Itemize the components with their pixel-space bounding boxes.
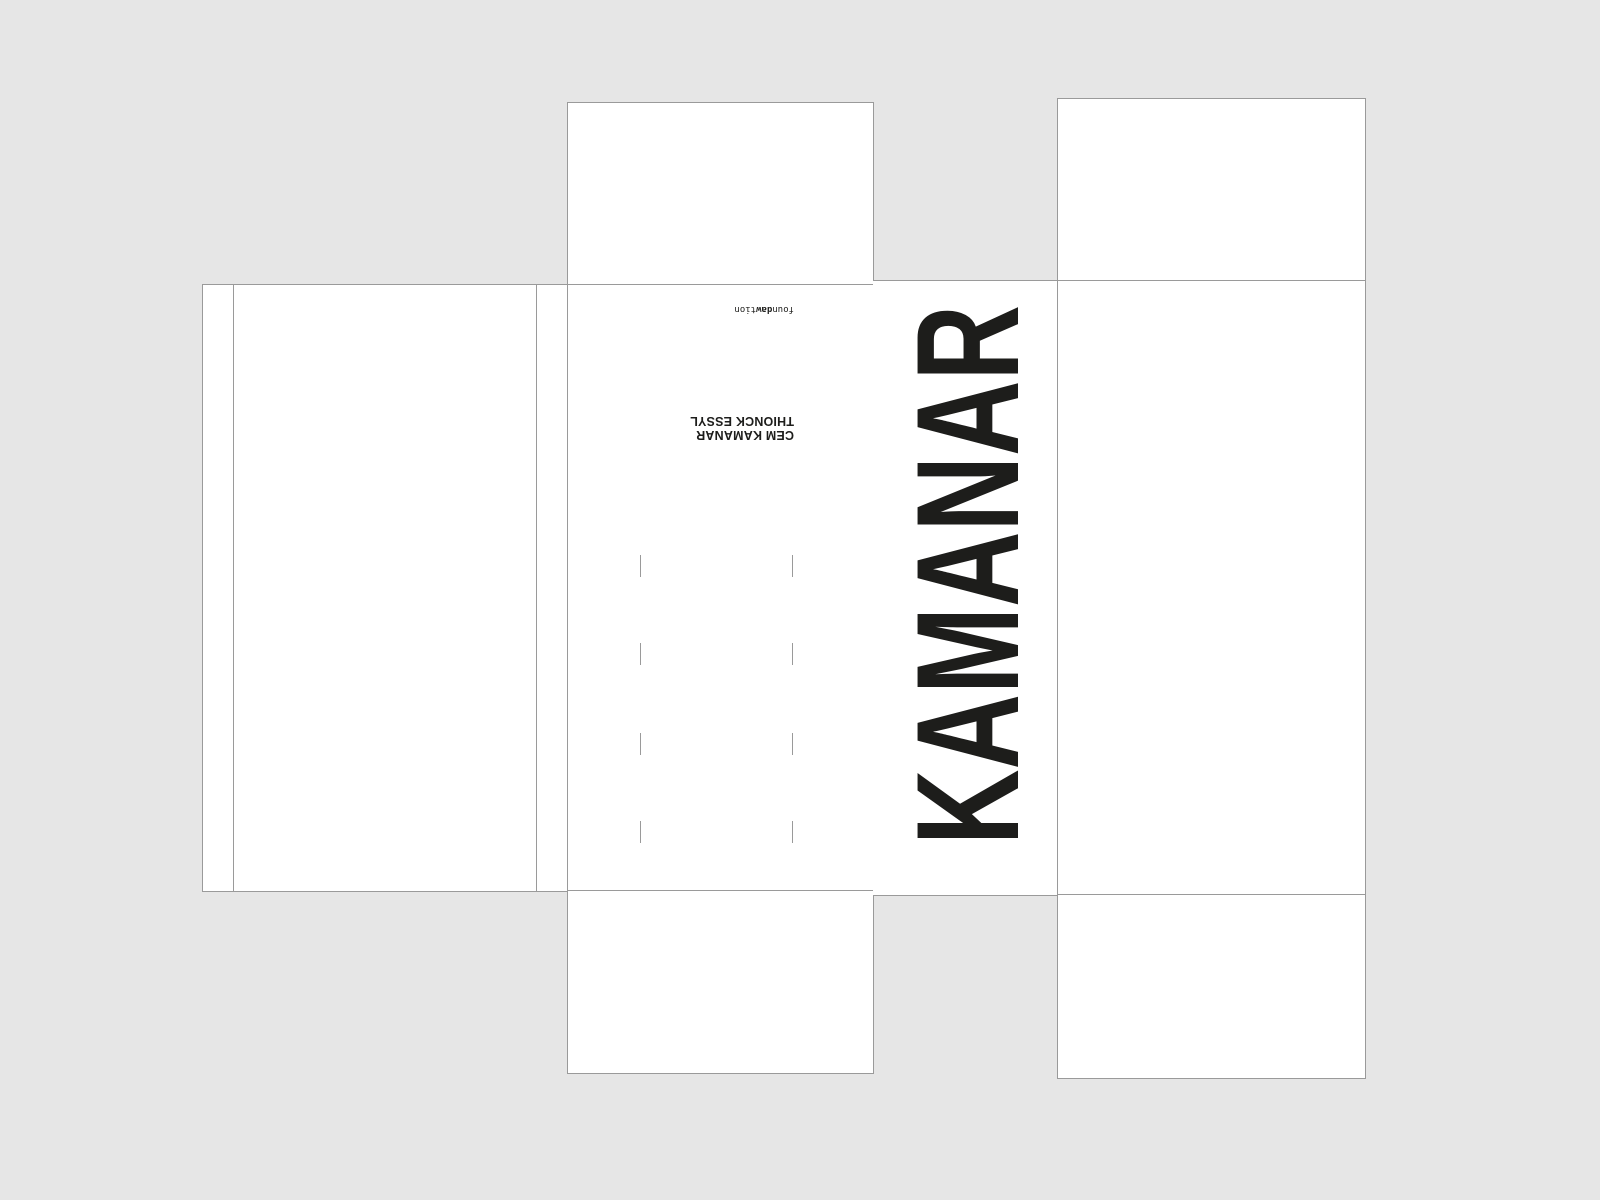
fold-line-left [233, 284, 234, 892]
side-panel-right [1057, 280, 1366, 896]
cut-mark [792, 643, 793, 665]
cut-mark [640, 821, 641, 843]
spine-wordmark: KAMANAR [900, 305, 1030, 845]
cut-mark [792, 821, 793, 843]
back-panel [202, 284, 569, 892]
cut-mark [792, 555, 793, 577]
cut-mark [640, 643, 641, 665]
top-flap-right [1057, 98, 1366, 282]
cut-mark [640, 555, 641, 577]
cut-mark [792, 733, 793, 755]
cut-mark [640, 733, 641, 755]
fold-line-right [536, 284, 537, 892]
top-flap-center [567, 102, 874, 286]
credit-line-1: CEM KAMANAR [695, 428, 794, 442]
credits: CEM KAMANAR THIONCK ESSYL [676, 414, 794, 442]
credit-line-2: THIONCK ESSYL [690, 414, 794, 428]
bottom-flap-center [567, 890, 874, 1074]
wordmark-text: KAMANAR [900, 305, 1030, 845]
brand-logo: foundawtion [734, 304, 794, 314]
front-panel [567, 284, 874, 892]
bottom-flap-right [1057, 894, 1366, 1079]
